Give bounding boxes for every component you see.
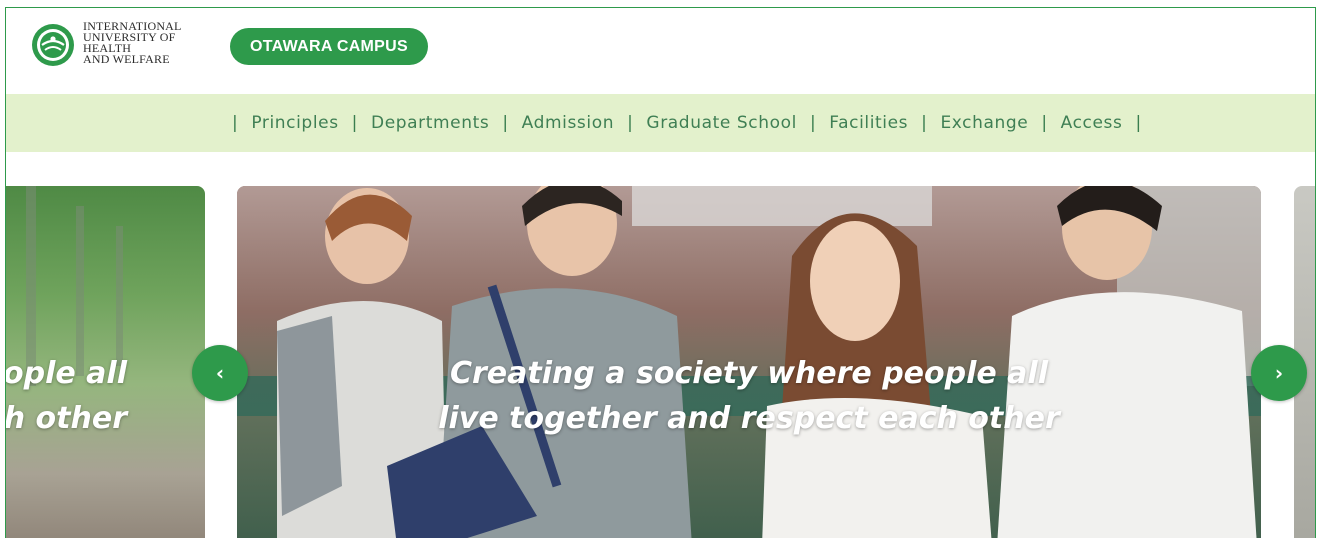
caption-line: h other xyxy=(6,401,127,436)
carousel-next-button[interactable]: › xyxy=(1251,345,1307,401)
carousel-prev-button[interactable]: ‹ xyxy=(192,345,248,401)
nav-item-exchange[interactable]: Exchange xyxy=(927,113,1041,133)
site-header: INTERNATIONAL UNIVERSITY OF HEALTH AND W… xyxy=(6,8,1315,94)
nav-item-facilities[interactable]: Facilities xyxy=(816,113,921,133)
university-name: INTERNATIONAL UNIVERSITY OF HEALTH AND W… xyxy=(83,20,182,66)
nav-item-principles[interactable]: Principles xyxy=(238,113,351,133)
page-frame: INTERNATIONAL UNIVERSITY OF HEALTH AND W… xyxy=(5,7,1316,538)
nav-item-graduate-school[interactable]: Graduate School xyxy=(633,113,810,133)
nav-item-admission[interactable]: Admission xyxy=(509,113,627,133)
university-logo[interactable]: INTERNATIONAL UNIVERSITY OF HEALTH AND W… xyxy=(31,20,182,67)
caption-line: live together and respect each other xyxy=(438,401,1060,436)
chevron-left-icon: ‹ xyxy=(215,361,225,385)
nav-item-access[interactable]: Access xyxy=(1048,113,1136,133)
carousel-slide-previous[interactable]: ople all h other xyxy=(6,186,205,538)
nav-separator: | xyxy=(1135,113,1142,133)
nav-list: | Principles | Departments | Admission |… xyxy=(232,94,1142,152)
campus-button[interactable]: OTAWARA CAMPUS xyxy=(230,28,428,65)
caption-line: Creating a society where people all xyxy=(449,356,1048,391)
slide-caption-partial: ople all h other xyxy=(6,351,127,441)
caption-line: ople all xyxy=(6,356,127,391)
chevron-right-icon: › xyxy=(1274,361,1284,385)
nav-item-departments[interactable]: Departments xyxy=(358,113,502,133)
carousel-slide-active[interactable]: Creating a society where people all live… xyxy=(237,186,1261,538)
slide-caption: Creating a society where people all live… xyxy=(237,351,1261,441)
logo-line: AND WELFARE xyxy=(83,52,170,66)
university-emblem-icon xyxy=(32,24,74,66)
hero-carousel: ople all h other Creating a society wher… xyxy=(6,186,1315,538)
tree-trunk xyxy=(116,226,123,366)
main-nav: | Principles | Departments | Admission |… xyxy=(6,94,1315,152)
